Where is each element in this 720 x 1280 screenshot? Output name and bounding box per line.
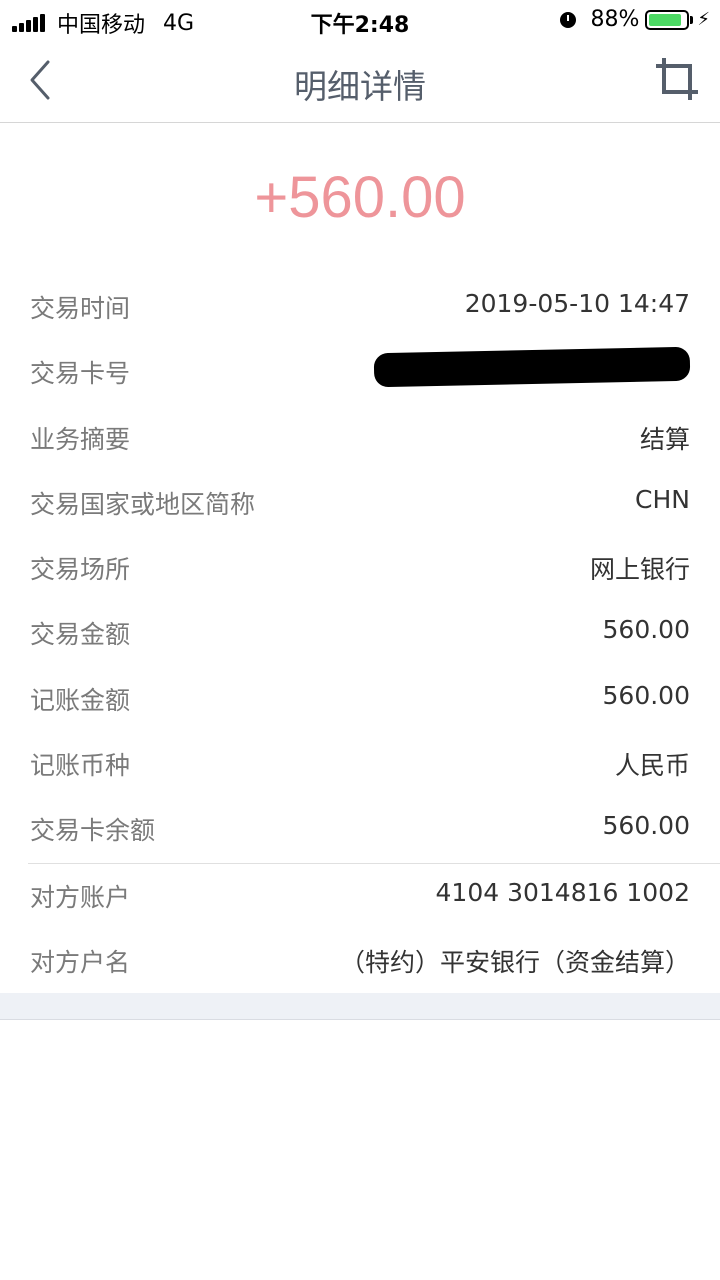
detail-label: 交易卡号 (30, 359, 131, 389)
status-bar-right: 88% ⚡ (560, 7, 710, 32)
counterparty-value: 4104 3014816 1002 (435, 877, 690, 907)
page-title: 明细详情 (294, 67, 426, 106)
detail-row: 交易国家或地区简称 CHN (0, 471, 720, 536)
detail-label: 交易卡余额 (30, 816, 156, 846)
detail-value: 结算 (639, 424, 690, 454)
alarm-icon (560, 11, 577, 28)
section-footer-band (0, 993, 720, 1020)
counterparty-row: 对方账户 4104 3014816 1002 (0, 864, 720, 929)
status-bar: 中国移动 4G 下午2:48 88% ⚡ (0, 0, 720, 40)
detail-value: 560.00 (602, 615, 690, 645)
detail-row: 交易金额 560.00 (0, 601, 720, 666)
detail-value: 560.00 (602, 680, 690, 710)
crop-icon[interactable] (654, 56, 700, 102)
transaction-amount: +560.00 (254, 165, 466, 230)
detail-label: 业务摘要 (30, 424, 131, 454)
detail-value: 560.00 (602, 811, 690, 841)
detail-row-card-number: 交易卡号 (0, 340, 720, 405)
battery-percent: 88% (590, 7, 640, 32)
counterparty-value: （特约）平安银行（资金结算） (339, 947, 690, 977)
battery-tip (690, 15, 694, 24)
counterparty-label: 对方户名 (30, 947, 131, 977)
detail-label: 交易金额 (30, 620, 131, 650)
detail-row: 记账金额 560.00 (0, 667, 720, 732)
detail-value: 2019-05-10 14:47 (464, 289, 690, 318)
detail-row: 交易卡余额 560.00 (0, 797, 720, 862)
detail-label: 记账币种 (30, 751, 131, 781)
detail-row: 记账币种 人民币 (0, 732, 720, 797)
detail-row: 业务摘要 结算 (0, 406, 720, 471)
detail-label: 记账金额 (30, 685, 131, 715)
detail-label: 交易场所 (30, 555, 131, 585)
redaction-mark (373, 346, 691, 388)
navigation-bar: 明细详情 (0, 40, 720, 123)
counterparty-row: 对方户名 （特约）平安银行（资金结算） (0, 929, 720, 994)
detail-label: 交易国家或地区简称 (30, 489, 256, 519)
detail-list: 交易时间 2019-05-10 14:47 交易卡号 业务摘要 结算 交易国家或… (0, 275, 720, 994)
detail-value: 人民币 (614, 751, 690, 781)
counterparty-label: 对方账户 (30, 882, 131, 912)
detail-label: 交易时间 (30, 294, 131, 323)
detail-row: 交易时间 2019-05-10 14:47 (0, 275, 720, 340)
battery-icon (645, 9, 690, 30)
bolt-icon: ⚡ (697, 9, 710, 30)
detail-value: CHN (635, 484, 690, 514)
battery-fill (649, 13, 682, 26)
detail-row: 交易场所 网上银行 (0, 536, 720, 601)
detail-value: 网上银行 (589, 555, 690, 585)
